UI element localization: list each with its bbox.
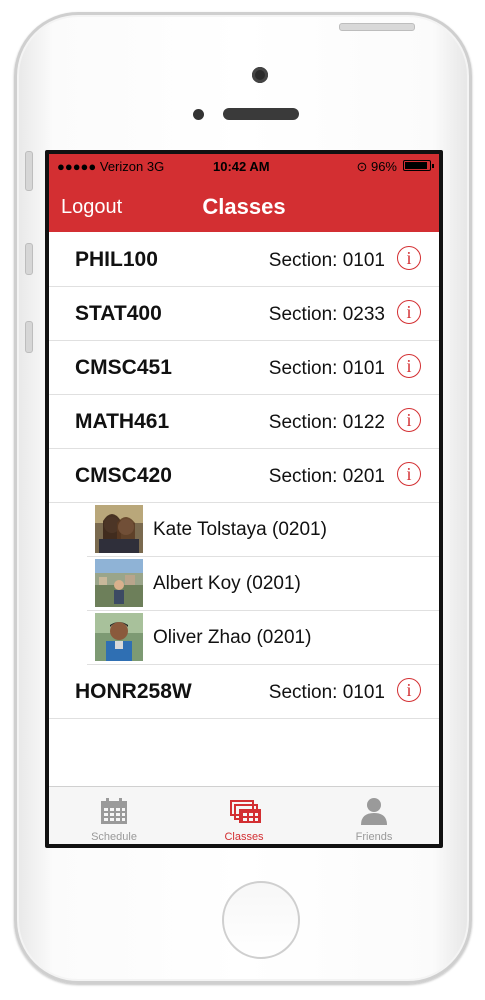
class-section: Section: 0122 [268, 412, 385, 433]
class-section: Section: 0101 [268, 682, 385, 703]
tab-label: Classes [224, 831, 264, 843]
earpiece-speaker [223, 108, 299, 120]
avatar [95, 559, 143, 607]
friend-name: Albert Koy (0201) [153, 573, 301, 594]
info-icon[interactable]: i [397, 354, 421, 378]
class-section: Section: 0201 [268, 466, 385, 487]
battery-icon [403, 160, 434, 171]
class-row-phil100[interactable]: PHIL100 Section: 0101 i [49, 233, 439, 287]
phone-screen: ●●●●● Verizon 3G 10:42 AM ⊙ 96% Logout C… [45, 150, 443, 848]
friend-row-albert[interactable]: Albert Koy (0201) [87, 557, 439, 611]
power-button [339, 23, 415, 31]
proximity-sensor [193, 109, 204, 120]
class-row-cmsc420[interactable]: CMSC420 Section: 0201 i [49, 449, 439, 503]
class-section: Section: 0233 [268, 304, 385, 325]
app-screen: ●●●●● Verizon 3G 10:42 AM ⊙ 96% Logout C… [49, 154, 439, 844]
mute-switch [25, 151, 33, 191]
page-title: Classes [202, 194, 286, 219]
tab-label: Schedule [91, 831, 137, 843]
class-section: Section: 0101 [268, 358, 385, 379]
friend-row-oliver[interactable]: Oliver Zhao (0201) [87, 611, 439, 665]
info-icon[interactable]: i [397, 678, 421, 702]
volume-down-button [25, 321, 33, 353]
class-code: MATH461 [75, 410, 170, 433]
class-code: CMSC451 [75, 356, 172, 379]
classes-icon [229, 797, 261, 825]
home-button[interactable] [222, 881, 300, 959]
class-section: Section: 0101 [268, 250, 385, 271]
info-icon[interactable]: i [397, 300, 421, 324]
class-code: CMSC420 [75, 464, 172, 487]
class-code: HONR258W [75, 680, 192, 703]
tab-bar: Schedule Classes Friends [49, 786, 439, 844]
info-icon[interactable]: i [397, 246, 421, 270]
friend-name: Kate Tolstaya (0201) [153, 519, 327, 540]
battery-percent: ⊙ 96% [356, 159, 397, 174]
friend-row-kate[interactable]: Kate Tolstaya (0201) [87, 503, 439, 557]
class-row-math461[interactable]: MATH461 Section: 0122 i [49, 395, 439, 449]
tab-label: Friends [355, 831, 393, 843]
tab-classes[interactable]: Classes [179, 787, 309, 844]
carrier-label: ●●●●● Verizon 3G [57, 159, 165, 174]
class-row-honr258w[interactable]: HONR258W Section: 0101 i [49, 665, 439, 719]
avatar [95, 613, 143, 661]
avatar [95, 505, 143, 553]
class-row-stat400[interactable]: STAT400 Section: 0233 i [49, 287, 439, 341]
class-code: STAT400 [75, 302, 162, 325]
classes-list: PHIL100 Section: 0101 i STAT400 Section:… [49, 233, 439, 719]
class-code: PHIL100 [75, 248, 158, 271]
camera-icon [252, 67, 268, 83]
battery-fill [405, 162, 428, 169]
volume-up-button [25, 243, 33, 275]
calendar-icon [99, 797, 129, 825]
info-icon[interactable]: i [397, 462, 421, 486]
info-icon[interactable]: i [397, 408, 421, 432]
tab-schedule[interactable]: Schedule [49, 787, 179, 844]
person-icon [359, 797, 389, 825]
nav-header: ●●●●● Verizon 3G 10:42 AM ⊙ 96% Logout C… [49, 154, 439, 232]
friend-name: Oliver Zhao (0201) [153, 627, 312, 648]
class-row-cmsc451[interactable]: CMSC451 Section: 0101 i [49, 341, 439, 395]
clock: 10:42 AM [213, 159, 270, 174]
status-bar: ●●●●● Verizon 3G 10:42 AM ⊙ 96% [49, 159, 439, 175]
tab-friends[interactable]: Friends [309, 787, 439, 844]
